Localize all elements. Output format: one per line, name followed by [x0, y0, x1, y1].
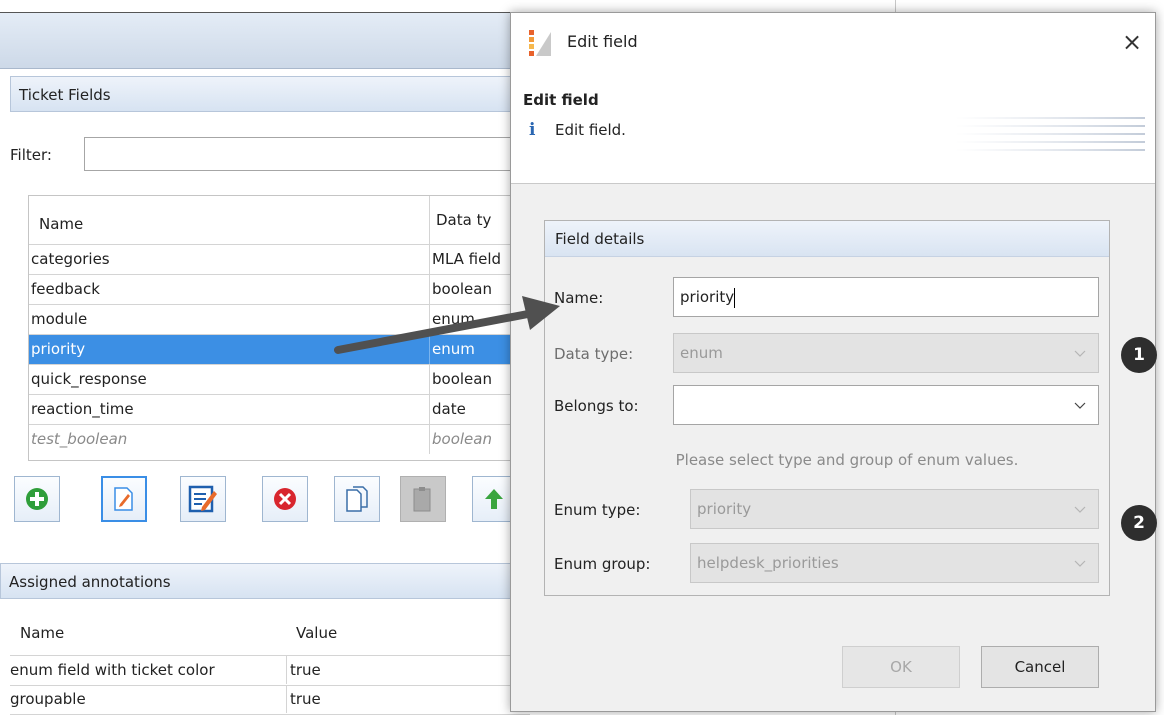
enum-group-value: helpdesk_priorities [697, 554, 839, 572]
banner-heading: Edit field [523, 91, 599, 109]
ticket-fields-table: Name Data ty categories MLA field feedba… [28, 195, 528, 461]
add-field-button[interactable] [14, 476, 60, 522]
table-row[interactable]: reaction_time date [29, 394, 527, 424]
dialog-title: Edit field [567, 32, 638, 51]
annotations-table: Name Value enum field with ticket color … [10, 613, 530, 715]
field-details-group: Field details Name: priority Data type: … [544, 220, 1110, 596]
data-type-select[interactable]: enum [673, 333, 1099, 373]
chevron-down-icon [1074, 560, 1086, 567]
edit-form-button[interactable] [180, 476, 226, 522]
column-header-name[interactable]: Name [39, 215, 83, 233]
chevron-down-icon [1074, 350, 1086, 357]
app-logo-icon [529, 30, 551, 56]
column-header-value[interactable]: Value [296, 624, 337, 642]
row-name: quick_response [31, 370, 147, 388]
paste-field-button[interactable] [400, 476, 446, 522]
banner-message: Edit field. [555, 121, 626, 139]
edit-form-icon [188, 485, 217, 513]
copy-icon [346, 486, 368, 512]
ok-button[interactable]: OK [842, 646, 960, 688]
paste-icon [413, 487, 431, 512]
annotation-name: enum field with ticket color [10, 661, 215, 679]
chevron-down-icon [1074, 506, 1086, 513]
annotation-value: true [286, 685, 321, 713]
data-type-label: Data type: [554, 345, 634, 363]
row-name: feedback [31, 280, 100, 298]
row-name: test_boolean [31, 430, 128, 448]
edit-field-button[interactable] [101, 476, 147, 522]
table-row[interactable]: module enum [29, 304, 527, 334]
edit-icon [114, 487, 133, 511]
table-row[interactable]: enum field with ticket color true [10, 656, 530, 686]
cancel-button[interactable]: Cancel [981, 646, 1099, 688]
belongs-to-select[interactable] [673, 385, 1099, 425]
name-value: priority [680, 288, 735, 306]
filter-label: Filter: [10, 146, 52, 164]
callout-badge-1: 1 [1121, 337, 1157, 373]
close-icon[interactable]: × [1117, 27, 1147, 57]
assigned-annotations-title: Assigned annotations [9, 573, 171, 591]
dialog-banner: Edit field i Edit field. [511, 71, 1155, 184]
name-label: Name: [554, 289, 604, 307]
text-cursor [734, 287, 736, 308]
info-icon: i [529, 120, 536, 140]
enum-type-value: priority [697, 500, 752, 518]
row-name: categories [31, 250, 110, 268]
add-icon [26, 488, 48, 510]
enum-group-select[interactable]: helpdesk_priorities [690, 543, 1099, 583]
dialog-body: Field details Name: priority Data type: … [511, 184, 1155, 711]
annotation-name: groupable [10, 690, 86, 708]
move-up-button[interactable] [472, 476, 514, 522]
enum-hint: Please select type and group of enum val… [675, 451, 1019, 469]
filter-input[interactable] [84, 137, 524, 171]
dialog-titlebar[interactable]: Edit field × [511, 13, 1155, 71]
table-row-selected[interactable]: priority enum [29, 334, 527, 364]
delete-field-button[interactable] [262, 476, 308, 522]
table-row[interactable]: feedback boolean [29, 274, 527, 304]
table-row[interactable]: quick_response boolean [29, 364, 527, 394]
data-type-value: enum [680, 344, 723, 362]
row-name: module [31, 310, 88, 328]
delete-icon [274, 488, 296, 510]
fields-toolbar [14, 476, 514, 526]
copy-field-button[interactable] [334, 476, 380, 522]
move-up-icon [484, 489, 503, 509]
table-row[interactable]: test_boolean boolean [29, 424, 527, 454]
ticket-fields-header: Ticket Fields [10, 76, 530, 112]
assigned-annotations-header: Assigned annotations [0, 563, 530, 599]
column-header-name[interactable]: Name [20, 624, 64, 642]
belongs-to-label: Belongs to: [554, 397, 639, 415]
banner-decoration [955, 117, 1145, 151]
enum-type-label: Enum type: [554, 501, 641, 519]
enum-group-label: Enum group: [554, 555, 651, 573]
name-field[interactable]: priority [673, 277, 1099, 317]
edit-field-dialog: Edit field × Edit field i Edit field. Fi… [510, 12, 1156, 712]
annotation-value: true [286, 656, 321, 684]
table-header: Name Data ty [29, 196, 527, 244]
group-title: Field details [545, 221, 1109, 257]
column-header-data-type[interactable]: Data ty [429, 196, 491, 244]
table-row[interactable]: groupable true [10, 685, 530, 715]
ticket-fields-title: Ticket Fields [19, 86, 111, 104]
chevron-down-icon [1074, 402, 1086, 409]
annotations-table-header: Name Value [10, 613, 530, 656]
row-name: priority [31, 340, 86, 358]
callout-badge-2: 2 [1121, 505, 1157, 541]
row-name: reaction_time [31, 400, 134, 418]
table-row[interactable]: categories MLA field [29, 244, 527, 274]
enum-type-select[interactable]: priority [690, 489, 1099, 529]
